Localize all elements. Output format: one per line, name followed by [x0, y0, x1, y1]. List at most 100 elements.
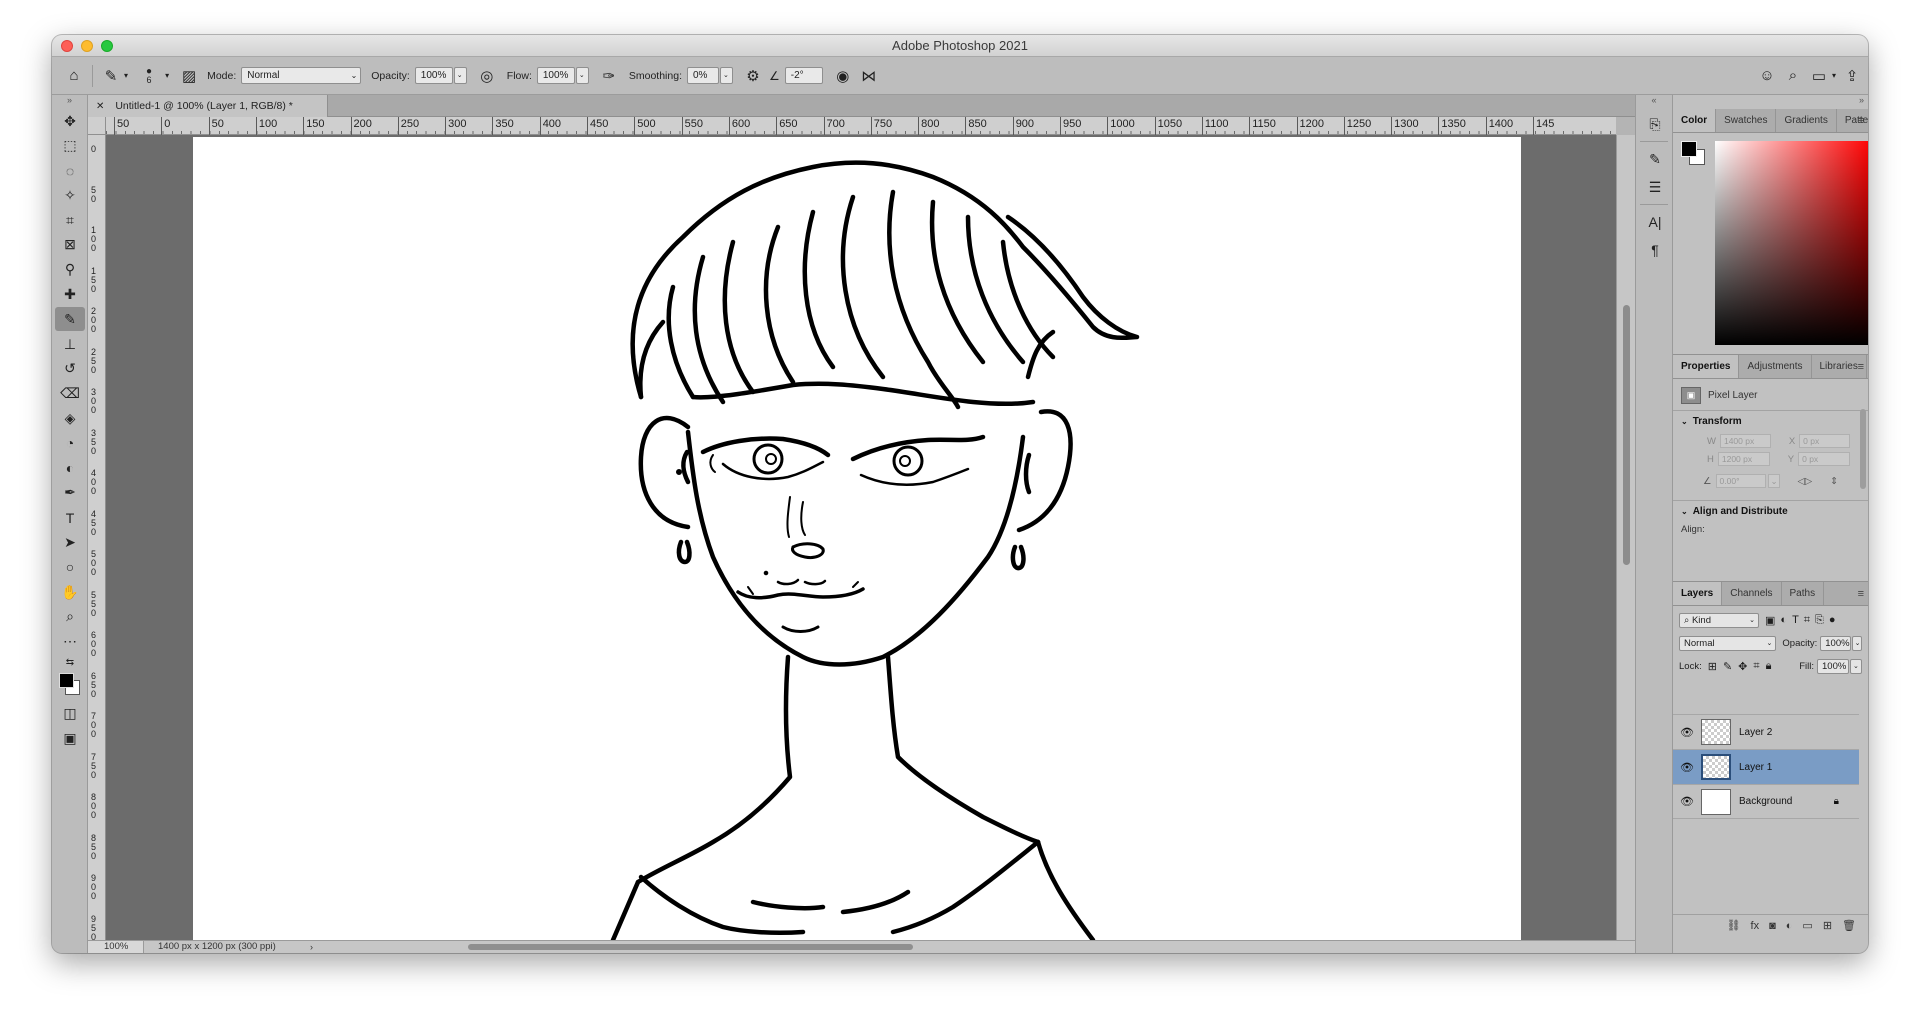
vertical-ruler[interactable]: 0 50 100 150 200 250 300 350 400 450 500 550 600 650 7… — [88, 135, 106, 941]
eyedropper-tool-icon[interactable]: ⚲ — [55, 258, 85, 282]
vertical-scrollbar[interactable] — [1616, 135, 1635, 940]
panel-menu-icon[interactable]: ≡ — [1858, 355, 1864, 379]
layer-row-selected[interactable]: 👁︎ Layer 1 — [1673, 749, 1859, 784]
clone-stamp-tool-icon[interactable]: ⊥ — [55, 332, 85, 356]
share-icon[interactable]: ⇪ — [1842, 66, 1862, 86]
collapse-panels-icon[interactable]: » — [1673, 95, 1868, 109]
shape-filter-icon[interactable]: ⌗ — [1804, 614, 1810, 627]
lock-artboard-icon[interactable]: ⌗ — [1753, 660, 1759, 673]
properties-scrollbar-thumb[interactable] — [1860, 409, 1866, 489]
minimize-window-button[interactable] — [81, 40, 93, 52]
horizontal-ruler[interactable]: 50 0 50 100 150 200 250 300 350 400 450 500 550 600 65… — [106, 117, 1616, 135]
layer-filter-select[interactable]: ⌕ Kind ⌄ — [1679, 613, 1759, 628]
move-tool-icon[interactable]: ✥ — [55, 109, 85, 133]
height-field[interactable]: 1200 px — [1717, 452, 1770, 466]
foreground-color-swatch[interactable] — [1681, 141, 1697, 157]
color-picker-field[interactable] — [1715, 141, 1868, 345]
layer-name[interactable]: Layer 1 — [1739, 762, 1772, 773]
document-tab[interactable]: ✕ Untitled-1 @ 100% (Layer 1, RGB/8) * — [88, 95, 328, 117]
history-brush-tool-icon[interactable]: ↺ — [55, 357, 85, 381]
quick-mask-icon[interactable]: ◫ — [55, 701, 85, 725]
dodge-tool-icon[interactable]: ◐ — [55, 456, 85, 480]
brushes-icon[interactable]: ☰ — [1641, 174, 1669, 200]
zoom-window-button[interactable] — [101, 40, 113, 52]
tab-swatches[interactable]: Swatches — [1716, 109, 1777, 132]
lasso-tool-icon[interactable]: ◌ — [55, 159, 85, 183]
add-mask-icon[interactable]: ◙ — [1769, 920, 1776, 932]
swap-colors-icon[interactable]: ⇆ — [55, 655, 85, 671]
magic-wand-tool-icon[interactable]: ✧ — [55, 183, 85, 207]
learn-icon[interactable]: ☺ — [1757, 66, 1777, 86]
type-filter-icon[interactable]: T — [1792, 614, 1799, 627]
tab-properties[interactable]: Properties — [1673, 355, 1740, 378]
layer-fill-field[interactable]: 100% — [1817, 659, 1849, 674]
frame-tool-icon[interactable]: ⊠ — [55, 233, 85, 257]
layer-opacity-field[interactable]: 100% — [1820, 636, 1851, 651]
chevron-right-icon[interactable]: › — [310, 941, 313, 953]
layer-name[interactable]: Background — [1739, 796, 1792, 807]
tab-paths[interactable]: Paths — [1782, 582, 1825, 605]
expand-dock-icon[interactable]: « — [1636, 95, 1672, 109]
ellipse-tool-icon[interactable]: ○ — [55, 555, 85, 579]
blend-mode-select[interactable]: Normal ⌄ — [1679, 636, 1777, 651]
character-icon[interactable]: A| — [1641, 209, 1669, 235]
eraser-tool-icon[interactable]: ⌫ — [55, 382, 85, 406]
foreground-color-swatch[interactable] — [59, 673, 74, 689]
layer-row[interactable]: 👁︎ Background 🔒︎ — [1673, 784, 1859, 819]
adjustment-filter-icon[interactable]: ◐ — [1780, 614, 1787, 627]
visibility-eye-icon[interactable]: 👁︎ — [1673, 795, 1701, 808]
brush-settings-icon[interactable]: ✎ — [1641, 146, 1669, 172]
lock-position-icon[interactable]: ✥ — [1738, 660, 1747, 673]
brush-settings-icon[interactable]: ▨ — [179, 66, 199, 86]
close-window-button[interactable] — [61, 40, 73, 52]
pen-tool-icon[interactable]: ✒ — [55, 481, 85, 505]
tab-channels[interactable]: Channels — [1722, 582, 1782, 605]
opacity-dropdown[interactable]: ⌄ — [453, 67, 467, 84]
mode-select[interactable]: Normal ⌄ — [241, 67, 362, 84]
screen-mode-icon[interactable]: ▣ — [55, 726, 85, 750]
angle-input[interactable]: -2° — [784, 67, 823, 84]
tab-adjustments[interactable]: Adjustments — [1739, 355, 1812, 378]
paragraph-icon[interactable]: ¶ — [1641, 237, 1669, 263]
hand-tool-icon[interactable]: ✋ — [55, 580, 85, 604]
airbrush-icon[interactable]: ✑ — [599, 66, 619, 86]
visibility-eye-icon[interactable]: 👁︎ — [1673, 761, 1701, 774]
angle-dropdown[interactable]: ⌄ — [1767, 474, 1780, 488]
layer-row[interactable]: 👁︎ Layer 2 — [1673, 714, 1859, 749]
tab-gradients[interactable]: Gradients — [1776, 109, 1837, 132]
crop-tool-icon[interactable]: ⌗ — [55, 208, 85, 232]
flow-dropdown[interactable]: ⌄ — [575, 67, 589, 84]
close-tab-icon[interactable]: ✕ — [96, 101, 104, 112]
tab-color[interactable]: Color — [1673, 109, 1717, 132]
workspace-icon[interactable]: ▭ — [1809, 66, 1829, 86]
tab-layers[interactable]: Layers — [1673, 582, 1723, 605]
chevron-down-icon[interactable]: ▾ — [1832, 71, 1836, 80]
paint-bucket-tool-icon[interactable]: ◈ — [55, 407, 85, 431]
lock-image-icon[interactable]: ✎ — [1723, 660, 1732, 673]
zoom-tool-icon[interactable]: ⌕ — [55, 605, 85, 629]
fill-dropdown[interactable]: ⌄ — [1850, 659, 1862, 674]
lock-all-icon[interactable]: 🔒︎ — [1766, 660, 1772, 673]
path-selection-tool-icon[interactable]: ➤ — [55, 531, 85, 555]
brush-tool-icon[interactable]: ✎ — [55, 307, 85, 332]
tool-preset-picker[interactable]: ✎ ▾ — [101, 66, 128, 86]
healing-brush-tool-icon[interactable]: ✚ — [55, 283, 85, 307]
color-swatches[interactable] — [55, 671, 84, 701]
gear-icon[interactable]: ⚙ — [743, 66, 763, 86]
pixel-filter-icon[interactable]: ▣ — [1765, 614, 1775, 627]
horizontal-scrollbar-thumb[interactable] — [468, 944, 913, 950]
panel-menu-icon[interactable]: ≡ — [1858, 109, 1864, 133]
flip-vertical-icon[interactable]: ⇕ — [1830, 476, 1838, 487]
collapse-toolbar-icon[interactable]: » — [52, 95, 87, 109]
x-field[interactable]: 0 px — [1799, 434, 1850, 448]
marquee-tool-icon[interactable]: ⬚ — [55, 134, 85, 158]
history-icon[interactable]: ⎘ — [1641, 111, 1669, 137]
lock-transparent-icon[interactable]: ⊞ — [1708, 660, 1717, 673]
trash-icon[interactable]: 🗑︎ — [1842, 919, 1856, 932]
vertical-scrollbar-thumb[interactable] — [1623, 305, 1630, 565]
more-tools-icon[interactable]: ⋯ — [55, 630, 85, 654]
smoothing-dropdown[interactable]: ⌄ — [720, 67, 733, 84]
smart-object-filter-icon[interactable]: ⎘ — [1815, 614, 1824, 627]
chevron-down-icon[interactable]: ▾ — [165, 71, 169, 80]
ruler-origin[interactable] — [88, 117, 106, 135]
